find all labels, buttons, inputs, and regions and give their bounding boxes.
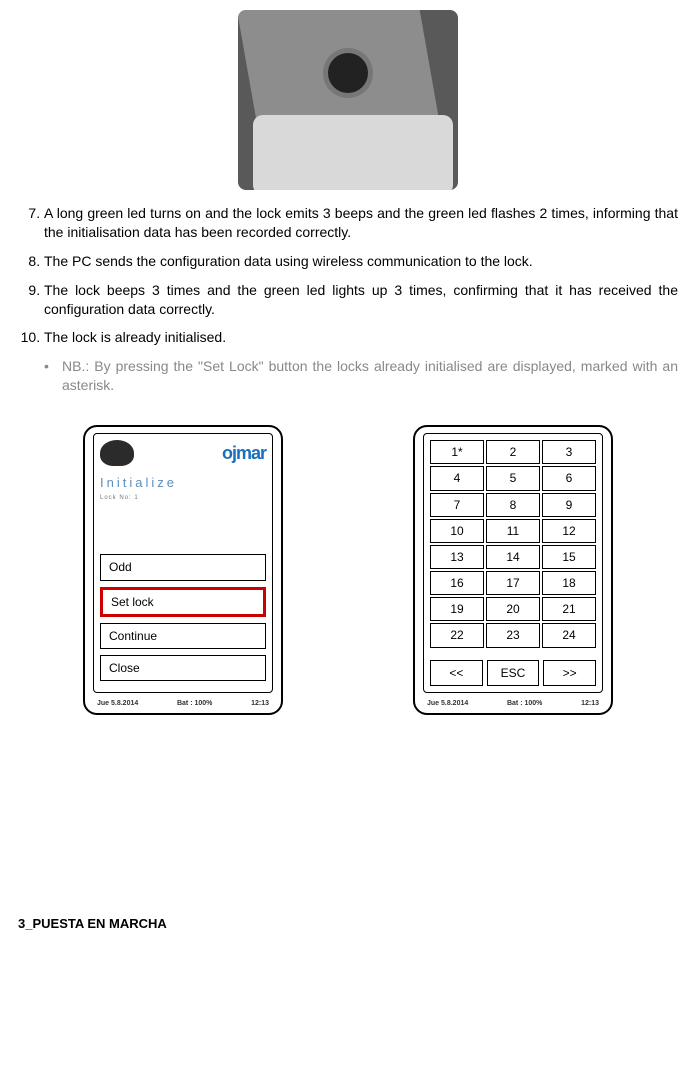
lock-cell[interactable]: 19: [430, 597, 484, 621]
status-bar: Jue 5.8.2014 Bat : 100% 12:13: [423, 699, 603, 708]
device-photo: [238, 10, 458, 190]
lock-cell[interactable]: 12: [542, 519, 596, 543]
lock-cell[interactable]: 13: [430, 545, 484, 569]
lock-cell[interactable]: 8: [486, 493, 540, 517]
close-button[interactable]: Close: [100, 655, 266, 681]
lock-cell[interactable]: 21: [542, 597, 596, 621]
lock-cell[interactable]: 17: [486, 571, 540, 595]
screen-subtitle: Lock No: 1: [100, 494, 266, 502]
lock-cell[interactable]: 22: [430, 623, 484, 647]
lock-number-grid: 1* 2 3 4 5 6 7 8 9 10 11 12 13 14 15 16 …: [430, 440, 596, 648]
status-time: 12:13: [251, 699, 269, 708]
lock-cell[interactable]: 16: [430, 571, 484, 595]
lock-cell[interactable]: 3: [542, 440, 596, 464]
odd-button[interactable]: Odd: [100, 554, 266, 580]
device-screen-lock-grid: 1* 2 3 4 5 6 7 8 9 10 11 12 13 14 15 16 …: [413, 425, 613, 714]
continue-button[interactable]: Continue: [100, 623, 266, 649]
lock-cell[interactable]: 11: [486, 519, 540, 543]
status-battery: Bat : 100%: [507, 699, 542, 708]
lock-cell[interactable]: 18: [542, 571, 596, 595]
step-7: A long green led turns on and the lock e…: [44, 204, 678, 242]
esc-button[interactable]: ESC: [487, 660, 540, 686]
status-time: 12:13: [581, 699, 599, 708]
lock-cell[interactable]: 10: [430, 519, 484, 543]
bullet-icon: •: [44, 357, 62, 395]
lock-cell[interactable]: 1*: [430, 440, 484, 464]
step-10: The lock is already initialised.: [44, 328, 678, 347]
lock-cell[interactable]: 6: [542, 466, 596, 490]
note-block: • NB.: By pressing the "Set Lock" button…: [44, 357, 678, 395]
lock-cell[interactable]: 7: [430, 493, 484, 517]
brand-logo-icon: [100, 440, 134, 466]
set-lock-button[interactable]: Set lock: [100, 587, 266, 617]
status-bar: Jue 5.8.2014 Bat : 100% 12:13: [93, 699, 273, 708]
brand-name: ojmar: [222, 441, 266, 465]
note-text: NB.: By pressing the "Set Lock" button t…: [62, 357, 678, 395]
next-button[interactable]: >>: [543, 660, 596, 686]
lock-cell[interactable]: 14: [486, 545, 540, 569]
lock-cell[interactable]: 2: [486, 440, 540, 464]
status-date: Jue 5.8.2014: [97, 699, 138, 708]
prev-button[interactable]: <<: [430, 660, 483, 686]
status-battery: Bat : 100%: [177, 699, 212, 708]
lock-cell[interactable]: 15: [542, 545, 596, 569]
lock-cell[interactable]: 20: [486, 597, 540, 621]
lock-cell[interactable]: 24: [542, 623, 596, 647]
step-8: The PC sends the configuration data usin…: [44, 252, 678, 271]
lock-cell[interactable]: 9: [542, 493, 596, 517]
lock-cell[interactable]: 23: [486, 623, 540, 647]
page-footer: 3_PUESTA EN MARCHA: [18, 915, 678, 933]
status-date: Jue 5.8.2014: [427, 699, 468, 708]
step-9: The lock beeps 3 times and the green led…: [44, 281, 678, 319]
screen-title: Initialize: [100, 474, 266, 492]
step-list: A long green led turns on and the lock e…: [18, 204, 678, 347]
lock-cell[interactable]: 4: [430, 466, 484, 490]
device-screen-initialize: ojmar Initialize Lock No: 1 Odd Set lock…: [83, 425, 283, 714]
lock-cell[interactable]: 5: [486, 466, 540, 490]
